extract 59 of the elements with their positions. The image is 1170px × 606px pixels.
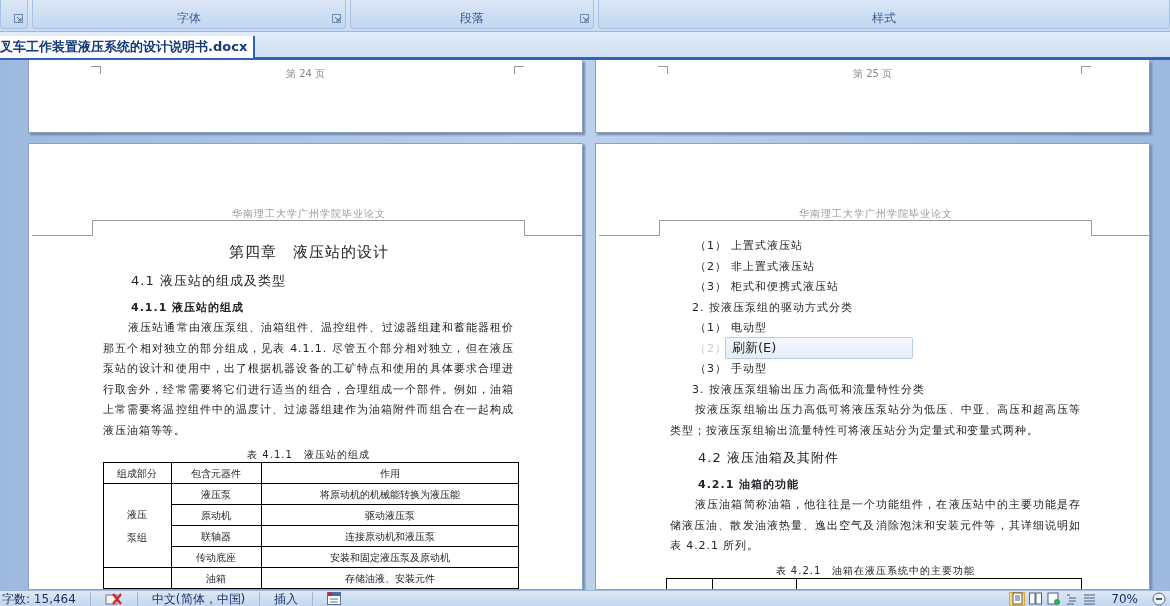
column-header: 作用: [261, 462, 519, 484]
list-item: （2） 非上置式液压站: [694, 258, 817, 275]
crop-mark: [514, 66, 524, 74]
table-cell: 存储油液、安装元件: [261, 567, 519, 589]
table-cell: 连接原动机和液压泵: [261, 525, 519, 547]
table-cell: 油箱: [171, 567, 262, 589]
web-view-icon[interactable]: [1046, 592, 1060, 605]
macro-icon[interactable]: [327, 592, 342, 605]
insert-mode[interactable]: 插入: [274, 589, 299, 606]
reading-view-icon[interactable]: [1028, 592, 1042, 605]
print-view-icon[interactable]: [1010, 592, 1024, 605]
column-header: 组成部分: [103, 462, 172, 484]
table-caption: 表 4.2.1 油箱在液压系统中的主要功能: [774, 564, 977, 576]
page-header: 华南理工大学广州学院毕业论文: [797, 208, 954, 219]
zoom-out-icon[interactable]: [1152, 591, 1166, 606]
group-label: 段落: [460, 11, 484, 25]
dialog-launcher-icon[interactable]: [580, 14, 589, 23]
subsection-heading: 4.1.1 液压站的组成: [130, 300, 246, 316]
numbered-heading: 3. 按液压泵组输出压力高低和流量特性分类: [691, 381, 926, 398]
table-caption: 表 4.1.1 液压站的组成: [246, 449, 371, 460]
draft-view-icon[interactable]: [1082, 592, 1096, 605]
group-label: 字体: [177, 11, 201, 25]
table-cell: 联轴器: [171, 525, 262, 547]
list-item: （3） 柜式和便携式液压站: [694, 279, 841, 295]
dialog-launcher-icon[interactable]: [14, 14, 23, 23]
chapter-title: 第四章 液压站的设计: [227, 242, 390, 262]
page-header: 华南理工大学广州学院毕业论文: [230, 208, 387, 219]
subsection-heading: 4.2.1 油箱的功能: [697, 477, 801, 493]
numbered-heading: 2. 按液压泵组的驱动方式分类: [691, 299, 854, 316]
document-tab[interactable]: 叉车工作装置液压系统的设计说明书.docx: [0, 36, 256, 58]
language-indicator[interactable]: 中文(简体，中国): [151, 589, 246, 606]
crop-mark: [1081, 66, 1091, 74]
list-item: （3） 手动型: [694, 361, 769, 377]
word-count[interactable]: 字数: 15,464: [2, 589, 76, 606]
page-footer: 第 25 页: [852, 68, 893, 132]
paragraph: 液压油箱简称油箱，他往往是一个功能组件，在液压站中的主要功能是存储液压油、散发油液热量、逸出空气及消除泡沫和安装元件等，其详细说明如表 4.2.1 所列。: [670, 497, 1081, 554]
outline-view-icon[interactable]: [1064, 592, 1078, 605]
table-cell: 液压泵: [171, 483, 262, 505]
context-menu-item[interactable]: 刷新(E): [725, 336, 913, 359]
table-cell: 驱动液压泵: [261, 504, 519, 526]
list-item: （1） 电动型: [694, 320, 769, 336]
dialog-launcher-icon[interactable]: [332, 14, 341, 23]
table-cell: 安装和固定液压泵及原动机: [261, 546, 519, 568]
table-cell: 液压 泵组: [103, 483, 172, 568]
crop-mark: [91, 66, 101, 74]
paragraph: 液压站通常由液压泵组、油箱组件、温控组件、过滤器组建和蓄能器租价那五个相对独立的部分组成，见表 4.1.1. 尽管五个部分相对独立，但在液压泵站的设计和使用中，出了根据机器设备的工矿特点和使用的具体要求合理进行取舍外，经常需要将它们进行适当的组合，合理组成一个部件。例如，油箱上常需要将温控组件中的温度计、过滤器组建作为油箱附件而组合在一起构成液压油箱等等。: [103, 320, 514, 439]
crop-mark: [658, 66, 668, 74]
group-label: 样式: [872, 11, 896, 25]
proofing-error-icon[interactable]: [104, 591, 123, 606]
table-cell: 将原动机的机械能转换为液压能: [261, 483, 519, 505]
paragraph: 按液压泵组输出压力高低可将液压泵站分为低压、中亚、高压和超高压等类型；按液压泵组输出流量特性可将液压站分为定量式和变量式两种。: [670, 402, 1081, 439]
section-heading: 4.1 液压站的组成及类型: [130, 272, 287, 290]
page-footer: 第 24 页: [285, 68, 326, 132]
table-cell: 传动底座: [171, 546, 262, 568]
section-heading: 4.2 液压油箱及其附件: [697, 449, 840, 467]
column-header: 包含元器件: [171, 462, 262, 484]
list-item: （1） 上置式液压站: [694, 238, 805, 254]
zoom-level[interactable]: 70%: [1111, 589, 1138, 606]
table-cell: 原动机: [171, 504, 262, 526]
